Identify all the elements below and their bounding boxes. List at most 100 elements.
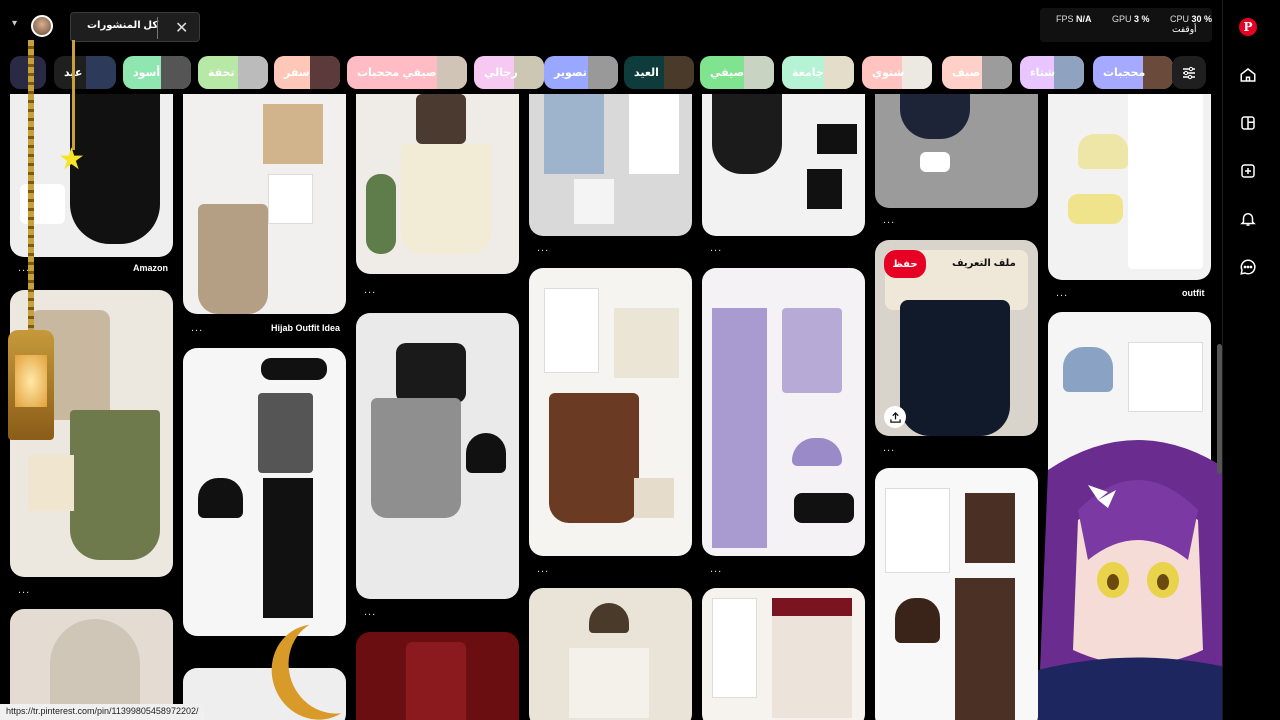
fps-value: N/A: [1076, 14, 1092, 24]
notifications-button[interactable]: [1237, 208, 1259, 230]
pin-card[interactable]: [356, 632, 519, 720]
pin-image-skirt: [549, 393, 639, 523]
create-button[interactable]: [1237, 160, 1259, 182]
pin-image-shirt: [885, 488, 950, 573]
chip-thumb: [744, 56, 774, 89]
chip-13[interactable]: محجبات: [1093, 56, 1173, 89]
pin-image-cardigan: [772, 598, 852, 718]
pin-image-bag: [1078, 134, 1128, 169]
pin-image-skirt: [900, 94, 970, 139]
more-options[interactable]: ...: [364, 606, 376, 618]
chip-4[interactable]: صيفي محجبات: [347, 56, 467, 89]
pin-image-skirt: [371, 398, 461, 518]
pin-card[interactable]: [183, 94, 346, 314]
chip-thumb: [1054, 56, 1084, 89]
avatar[interactable]: [31, 15, 53, 37]
pin-image-shoes: [1068, 194, 1123, 224]
profile-link[interactable]: ملف التعريف: [952, 258, 1016, 269]
pinterest-app: ▾ كل المنشورات ✕ FPS N/A GPU 3 % CPU 30 …: [0, 0, 1280, 720]
more-options[interactable]: ...: [710, 242, 722, 254]
star-icon: ★: [58, 143, 85, 176]
boards-icon: [1241, 116, 1255, 130]
pin-card[interactable]: [1048, 94, 1211, 280]
share-button[interactable]: [884, 406, 906, 428]
scrollbar[interactable]: [1217, 344, 1222, 474]
more-options[interactable]: ...: [364, 284, 376, 296]
pin-image-boots: [574, 179, 614, 224]
pin-card[interactable]: [702, 268, 865, 556]
pin-image-beret: [589, 603, 629, 633]
pin-image-shirt: [258, 393, 313, 473]
pin-image-shoe: [20, 184, 65, 224]
cpu-value: 30 %: [1191, 14, 1213, 24]
pin-caption[interactable]: Hijab Outfit Idea: [271, 323, 340, 333]
chip-2[interactable]: تحفة: [198, 56, 268, 89]
chip-thumb: [161, 56, 191, 89]
more-options[interactable]: ...: [18, 584, 30, 596]
filter-label[interactable]: كل المنشورات: [87, 20, 158, 31]
pin-image-jeans: [544, 94, 604, 174]
chip-8[interactable]: صيفي: [700, 56, 774, 89]
pin-caption[interactable]: outfit: [1182, 288, 1205, 298]
chip-label: تصوير: [554, 67, 587, 79]
chip-7[interactable]: العيد: [624, 56, 694, 89]
chip-3[interactable]: سفر: [274, 56, 340, 89]
more-options[interactable]: ...: [883, 442, 895, 454]
perf-overlay: FPS N/A GPU 3 % CPU 30 % أوقفت: [1040, 8, 1212, 42]
chip-label: سفر: [284, 67, 310, 79]
pin-card[interactable]: [356, 313, 519, 599]
close-icon[interactable]: ✕: [175, 18, 188, 38]
more-options[interactable]: ...: [1056, 287, 1068, 299]
pin-image-bag: [1063, 347, 1113, 392]
chip-5[interactable]: رجالي: [474, 56, 544, 89]
chip-0[interactable]: عيد: [54, 56, 116, 89]
share-icon: [889, 411, 901, 423]
chip-10[interactable]: شتوي: [862, 56, 932, 89]
pin-card[interactable]: [356, 94, 519, 274]
chip-6[interactable]: تصوير: [544, 56, 618, 89]
lantern-light: [15, 355, 47, 407]
chip-label: محجبات: [1103, 67, 1146, 79]
home-button[interactable]: [1237, 64, 1259, 86]
gpu-value: 3 %: [1134, 14, 1150, 24]
pin-card[interactable]: [702, 588, 865, 720]
chip-1[interactable]: أسود: [123, 56, 191, 89]
pin-image-pants: [263, 478, 313, 618]
more-options[interactable]: ...: [537, 242, 549, 254]
chip-thumb: [982, 56, 1012, 89]
pin-card[interactable]: [183, 348, 346, 636]
pin-card[interactable]: [529, 94, 692, 236]
filter-pill[interactable]: كل المنشورات ✕: [70, 12, 200, 42]
pin-caption[interactable]: Amazon: [133, 263, 168, 273]
messages-button[interactable]: [1237, 256, 1259, 278]
pin-card[interactable]: [529, 588, 692, 720]
chip-11[interactable]: صيف: [942, 56, 1012, 89]
more-options[interactable]: ...: [883, 214, 895, 226]
chip-9[interactable]: جامعة: [782, 56, 854, 89]
messages-icon: [1240, 259, 1256, 275]
top-bar: ▾ كل المنشورات ✕ FPS N/A GPU 3 % CPU 30 …: [0, 0, 1264, 50]
boards-button[interactable]: [1237, 112, 1259, 134]
vtuber-avatar: [1038, 440, 1238, 720]
chip-thumb: [514, 56, 544, 89]
pin-image-shoes: [794, 493, 854, 523]
pin-card[interactable]: [875, 468, 1038, 720]
chevron-down-icon[interactable]: ▾: [12, 18, 17, 29]
chip-label: صيفي: [710, 67, 745, 79]
more-options[interactable]: ...: [537, 563, 549, 575]
pin-card[interactable]: [10, 94, 173, 257]
pin-image-skirt: [712, 94, 782, 174]
pin-image-bag: [28, 455, 74, 511]
chip-label: صيفي محجبات: [357, 67, 437, 79]
pin-card[interactable]: [702, 94, 865, 236]
more-options[interactable]: ...: [191, 322, 203, 334]
pinterest-logo-icon[interactable]: P: [1239, 18, 1257, 36]
save-button[interactable]: حفظ: [884, 250, 926, 278]
status-url: https://tr.pinterest.com/pin/11399805458…: [0, 704, 205, 720]
more-options[interactable]: ...: [710, 563, 722, 575]
pin-image-bag: [817, 124, 857, 154]
pin-card[interactable]: [875, 94, 1038, 208]
chip-12[interactable]: شتاء: [1020, 56, 1084, 89]
filter-button[interactable]: [1172, 56, 1206, 89]
pin-card[interactable]: [529, 268, 692, 556]
